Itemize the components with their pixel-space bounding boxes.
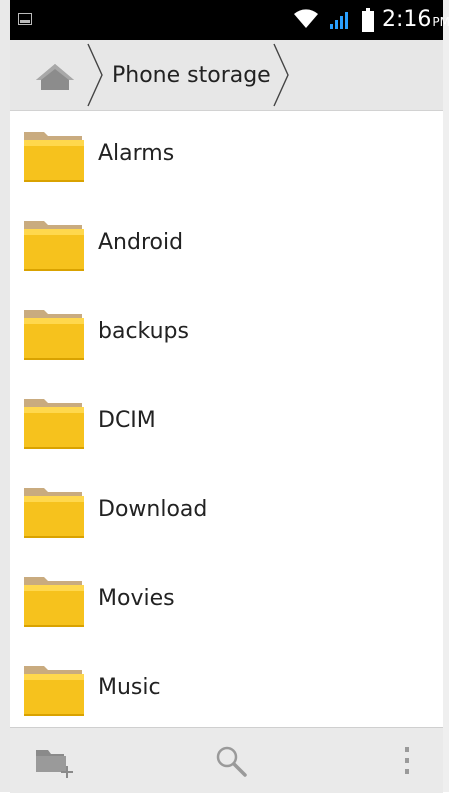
folder-name: Download xyxy=(98,497,208,522)
time-text: 2:16 xyxy=(382,7,432,32)
folder-name: DCIM xyxy=(98,408,156,433)
search-icon[interactable] xyxy=(214,744,248,778)
wifi-icon xyxy=(294,9,318,28)
list-item[interactable]: Music xyxy=(10,645,443,734)
folder-name: Android xyxy=(98,230,184,255)
action-bar xyxy=(10,727,443,793)
folder-icon xyxy=(24,577,84,627)
signal-icon xyxy=(330,12,348,29)
overflow-menu-icon[interactable] xyxy=(402,744,412,778)
folder-list: Alarms Android backups DCIM Download Mov… xyxy=(10,111,443,734)
breadcrumb-chevron xyxy=(87,43,103,107)
right-edge xyxy=(443,0,449,792)
new-folder-icon[interactable] xyxy=(34,744,74,780)
list-item[interactable]: Alarms xyxy=(10,111,443,201)
folder-icon xyxy=(24,221,84,271)
folder-icon xyxy=(24,399,84,449)
phone-screen: 2:16PM Phone storage Alarms Android back… xyxy=(0,0,449,793)
list-item[interactable]: Download xyxy=(10,467,443,557)
list-item[interactable]: DCIM xyxy=(10,378,443,468)
status-time: 2:16PM xyxy=(382,8,449,34)
list-item[interactable]: Movies xyxy=(10,556,443,646)
folder-name: backups xyxy=(98,319,189,344)
time-ampm: PM xyxy=(432,15,449,29)
folder-name: Movies xyxy=(98,586,175,611)
folder-icon xyxy=(24,310,84,360)
folder-icon xyxy=(24,666,84,716)
breadcrumb-chevron xyxy=(273,43,289,107)
home-icon[interactable] xyxy=(32,60,78,96)
folder-name: Music xyxy=(98,675,161,700)
status-bar: 2:16PM xyxy=(10,0,449,40)
breadcrumb: Phone storage xyxy=(10,40,443,111)
list-item[interactable]: Android xyxy=(10,200,443,290)
notification-icon xyxy=(18,13,32,25)
folder-name: Alarms xyxy=(98,141,175,166)
breadcrumb-current[interactable]: Phone storage xyxy=(112,62,271,90)
battery-icon xyxy=(362,8,374,32)
left-edge xyxy=(0,0,10,792)
list-item[interactable]: backups xyxy=(10,289,443,379)
folder-icon xyxy=(24,132,84,182)
folder-icon xyxy=(24,488,84,538)
